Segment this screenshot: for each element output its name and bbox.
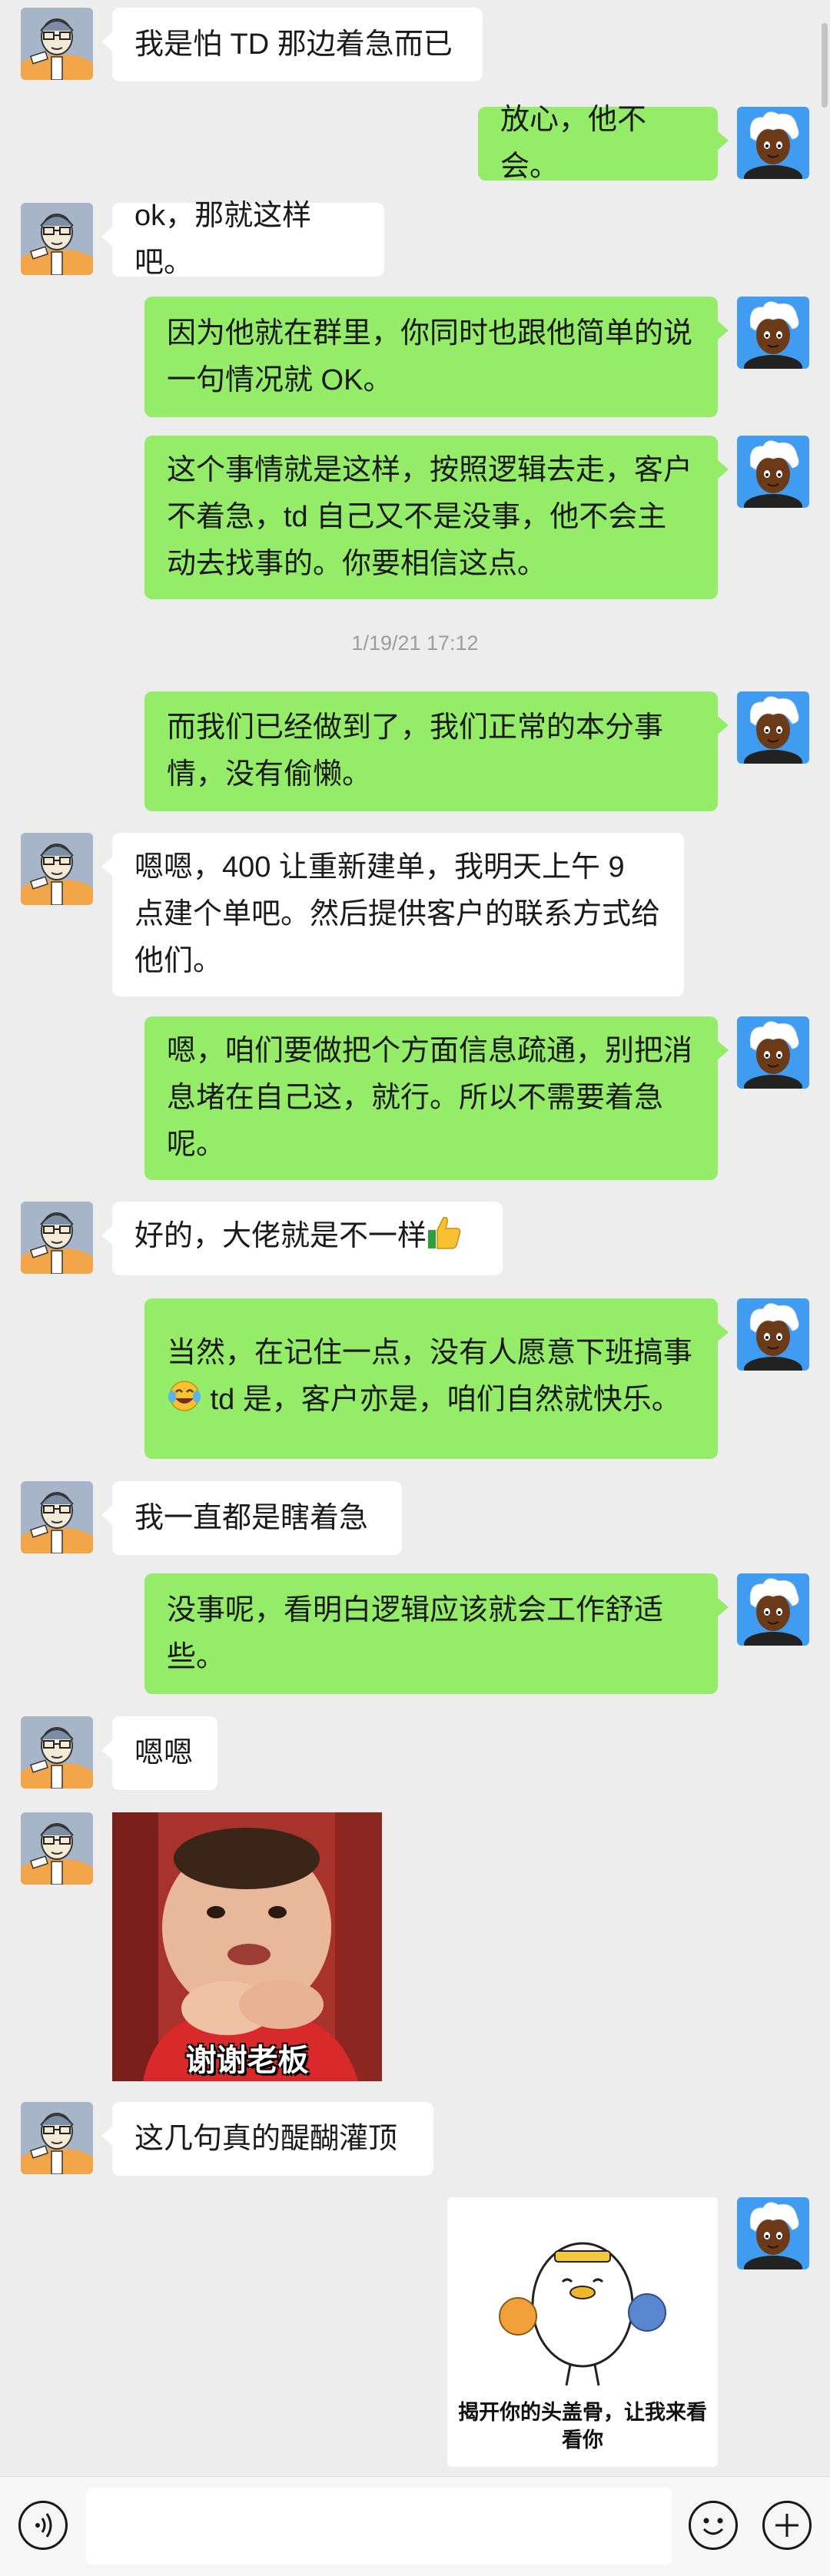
emoji-icon [702,2518,724,2535]
message-row: 谢谢老板 [0,1812,830,2081]
message-text: 这个事情就是这样，按照逻辑去走，客户不着急，td 自己又不是没事，他不会主动去找… [167,454,693,580]
message-row: 揭开你的头盖骨，让我来看看你 [0,2197,830,2467]
avatar[interactable] [737,1016,809,1089]
avatar[interactable] [21,833,93,905]
sticker-caption: 谢谢老板 [185,2044,309,2077]
message-text: ok，那就这样吧。 [134,200,312,279]
message-bubble[interactable]: 嗯，咱们要做把个方面信息疏通，别把消息堵在自己这，就行。所以不需要着急呢。 [144,1016,729,1180]
message-text: td 是，客户亦是，咱们自然就快乐。 [202,1383,681,1416]
timestamp: 1/19/21 17:12 [351,632,479,655]
avatar[interactable] [21,1812,93,1885]
message-bubble[interactable]: 嗯嗯 [101,1716,217,1790]
chat-area[interactable]: 我是怕 TD 那边着急而已 放心，他不会。 ok，那就这样吧。 因为他就在群里，… [0,0,830,2476]
input-bar [0,2476,830,2576]
message-row: 好的，大佬就是不一样 [0,1202,830,1275]
message-bubble[interactable]: 我是怕 TD 那边着急而已 [101,8,483,81]
message-text: 因为他就在群里，你同时也跟他简单的说一句情况就 OK。 [167,317,693,396]
message-text: 嗯，咱们要做把个方面信息疏通，别把消息堵在自己这，就行。所以不需要着急呢。 [167,1035,693,1161]
message-text: 而我们已经做到了，我们正常的本分事情，没有偷懒。 [167,711,664,791]
avatar[interactable] [737,1298,809,1371]
message-row: 而我们已经做到了，我们正常的本分事情，没有偷懒。 [0,691,830,811]
sticker-image[interactable]: 揭开你的头盖骨，让我来看看你 [447,2197,718,2467]
message-bubble[interactable]: 这个事情就是这样，按照逻辑去走，客户不着急，td 自己又不是没事，他不会主动去找… [144,436,729,599]
message-bubble[interactable]: 当然，在记住一点，没有人愿意下班搞事 td 是，客户亦是，咱们自然就快乐。 [144,1298,729,1459]
message-row: 我是怕 TD 那边着急而已 [0,8,830,81]
message-row: 我一直都是瞎着急 [0,1481,830,1555]
message-row: ok，那就这样吧。 [0,200,830,279]
avatar[interactable] [21,1481,93,1553]
message-row: 当然，在记住一点，没有人愿意下班搞事 td 是，客户亦是，咱们自然就快乐。 [0,1298,830,1459]
message-text: 嗯嗯，400 让重新建单，我明天上午 9 点建个单吧。然后提供客户的联系方式给他… [134,851,661,977]
message-text: 我是怕 TD 那边着急而已 [134,28,453,61]
avatar[interactable] [21,203,93,275]
message-input[interactable] [86,2488,672,2564]
message-row: 没事呢，看明白逻辑应该就会工作舒适些。 [0,1573,830,1694]
message-bubble[interactable]: ok，那就这样吧。 [101,200,384,279]
message-text: 我一直都是瞎着急 [134,1501,369,1534]
sticker-image[interactable]: 谢谢老板 [112,1812,382,2081]
avatar[interactable] [737,436,809,508]
message-bubble[interactable]: 而我们已经做到了，我们正常的本分事情，没有偷懒。 [144,691,729,811]
avatar[interactable] [21,1202,93,1274]
avatar[interactable] [737,297,809,369]
avatar[interactable] [21,8,93,80]
message-text: 嗯嗯 [134,1736,194,1769]
message-text: 这几句真的醍醐灌顶 [134,2122,398,2155]
avatar[interactable] [737,2197,809,2269]
message-text: 当然，在记住一点，没有人愿意下班搞事 [167,1336,693,1369]
tears-of-joy-icon [167,1378,202,1428]
message-bubble[interactable]: 没事呢，看明白逻辑应该就会工作舒适些。 [144,1573,729,1694]
message-bubble[interactable]: 好的，大佬就是不一样 [101,1202,503,1275]
message-row: 嗯，咱们要做把个方面信息疏通，别把消息堵在自己这，就行。所以不需要着急呢。 [0,1016,830,1180]
avatar[interactable] [737,691,809,764]
avatar[interactable] [21,2102,93,2174]
message-bubble[interactable]: 因为他就在群里，你同时也跟他简单的说一句情况就 OK。 [144,297,729,417]
avatar[interactable] [21,1716,93,1789]
plus-button[interactable] [762,2501,812,2550]
avatar[interactable] [737,1573,809,1646]
emoji-button[interactable] [689,2501,738,2550]
message-bubble[interactable]: 放心，他不会。 [478,104,729,183]
message-row: 嗯嗯 [0,1716,830,1790]
message-row: 嗯嗯，400 让重新建单，我明天上午 9 点建个单吧。然后提供客户的联系方式给他… [0,833,830,996]
message-row: 放心，他不会。 [0,104,830,183]
message-bubble[interactable]: 我一直都是瞎着急 [101,1481,402,1555]
avatar[interactable] [737,107,809,179]
message-bubble[interactable]: 这几句真的醍醐灌顶 [101,2102,433,2176]
thumbs-up-icon [427,1215,462,1265]
message-text: 好的，大佬就是不一样 [134,1219,427,1252]
message-row: 这个事情就是这样，按照逻辑去走，客户不着急，td 自己又不是没事，他不会主动去找… [0,436,830,599]
message-row: 这几句真的醍醐灌顶 [0,2102,830,2176]
message-bubble[interactable]: 嗯嗯，400 让重新建单，我明天上午 9 点建个单吧。然后提供客户的联系方式给他… [101,833,684,996]
message-text: 没事呢，看明白逻辑应该就会工作舒适些。 [167,1593,664,1673]
message-row: 因为他就在群里，你同时也跟他简单的说一句情况就 OK。 [0,297,830,417]
plus-icon [775,2514,798,2537]
sticker-caption: 揭开你的头盖骨，让我来看看你 [458,2401,707,2452]
voice-icon [35,2513,52,2538]
voice-button[interactable] [18,2501,68,2550]
message-text: 放心，他不会。 [500,104,647,183]
